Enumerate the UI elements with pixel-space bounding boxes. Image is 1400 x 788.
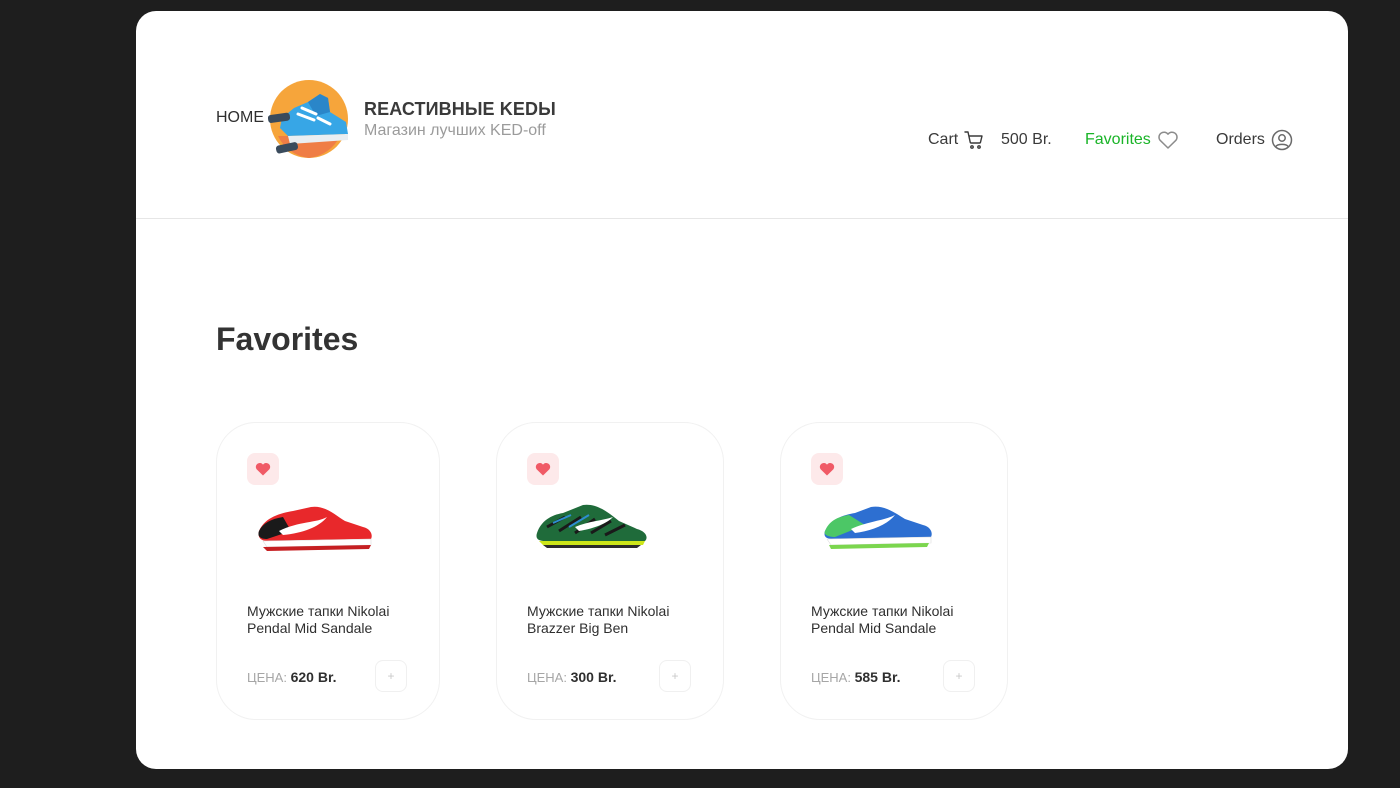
product-price: ЦЕНА: 300 Br. (527, 669, 617, 685)
heart-icon (255, 462, 271, 476)
add-to-cart-button[interactable]: + (375, 660, 407, 692)
nav-orders[interactable]: Orders (1216, 127, 1293, 153)
add-to-cart-button[interactable]: + (659, 660, 691, 692)
price-value: 585 Br. (854, 669, 901, 685)
nav-orders-label: Orders (1216, 131, 1265, 148)
brand-title: REАСТИВНЫЕ KEDЫ (364, 99, 556, 119)
product-name[interactable]: Мужские тапки Nikolai Pendal Mid Sandale (247, 603, 427, 637)
price-value: 620 Br. (290, 669, 337, 685)
heart-icon (535, 462, 551, 476)
heart-outline-icon (1157, 130, 1179, 150)
remove-favorite-button[interactable] (811, 453, 843, 485)
site-header: HOME REАСТИВНЫЕ KEDЫ Магазин лучших KED-… (136, 11, 1348, 219)
remove-favorite-button[interactable] (247, 453, 279, 485)
remove-favorite-button[interactable] (527, 453, 559, 485)
nav-cart-label: Cart (928, 131, 959, 148)
price-label: ЦЕНА: (247, 670, 287, 685)
product-name[interactable]: Мужские тапки Nikolai Brazzer Big Ben (527, 603, 707, 637)
cart-icon (964, 130, 984, 150)
add-to-cart-button[interactable]: + (943, 660, 975, 692)
main-nav: Cart 500 Br. Favorites Orders (136, 127, 1348, 153)
product-card: Мужские тапки Nikolai Pendal Mid Sandale… (216, 422, 440, 720)
page-title: Favorites (216, 321, 359, 357)
product-image (824, 506, 932, 549)
product-image (258, 506, 372, 551)
nav-favorites-label: Favorites (1085, 131, 1151, 148)
product-name[interactable]: Мужские тапки Nikolai Pendal Mid Sandale (811, 603, 991, 637)
product-price: ЦЕНА: 620 Br. (247, 669, 337, 685)
home-link[interactable]: HOME (216, 109, 264, 127)
app-window: HOME REАСТИВНЫЕ KEDЫ Магазин лучших KED-… (136, 11, 1348, 769)
plus-icon: + (671, 669, 679, 683)
nav-favorites[interactable]: Favorites (1085, 127, 1179, 153)
plus-icon: + (387, 669, 395, 683)
heart-icon (819, 462, 835, 476)
product-image (536, 504, 647, 548)
price-label: ЦЕНА: (811, 670, 851, 685)
plus-icon: + (955, 669, 963, 683)
product-card: Мужские тапки Nikolai Pendal Mid Sandale… (780, 422, 1008, 720)
user-circle-icon (1271, 129, 1293, 151)
product-price: ЦЕНА: 585 Br. (811, 669, 901, 685)
cart-total: 500 Br. (1001, 131, 1052, 148)
product-card: Мужские тапки Nikolai Brazzer Big Ben ЦЕ… (496, 422, 724, 720)
price-value: 300 Br. (570, 669, 617, 685)
price-label: ЦЕНА: (527, 670, 567, 685)
nav-cart[interactable]: Cart (928, 127, 984, 153)
